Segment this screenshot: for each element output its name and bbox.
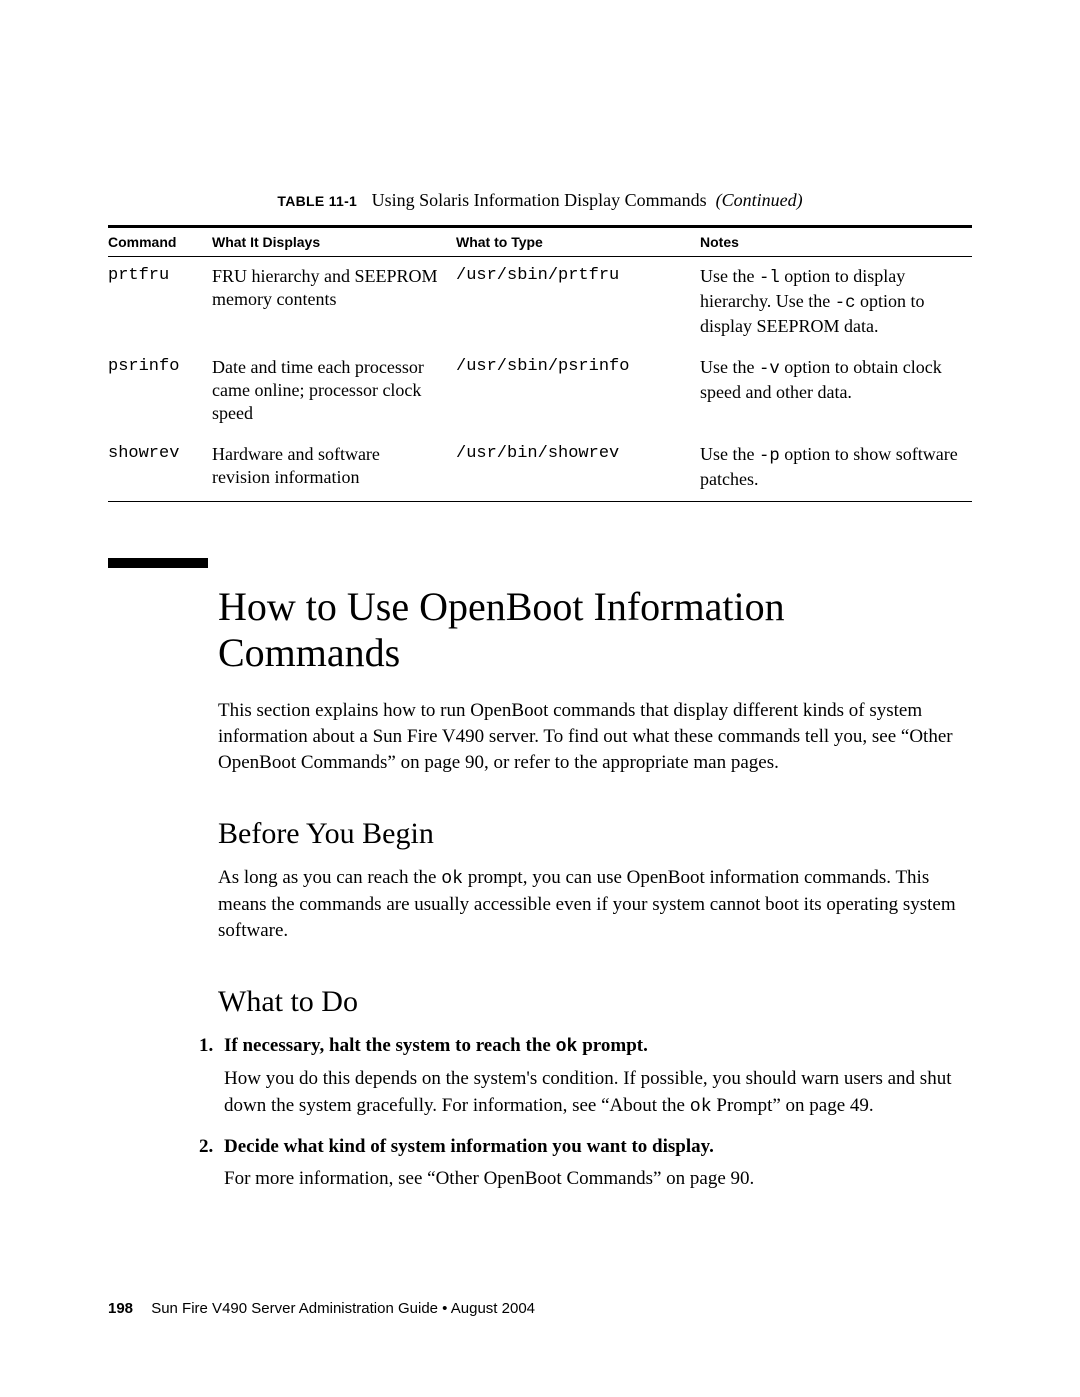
section-heading: How to Use OpenBoot Information Commands <box>108 584 972 676</box>
section-rule <box>108 558 208 568</box>
col-what-to-type: What to Type <box>456 227 700 257</box>
step: Decide what kind of system information y… <box>218 1134 972 1192</box>
cell-type: /usr/sbin/prtfru <box>456 257 700 349</box>
before-heading: Before You Begin <box>108 817 972 851</box>
table-row: prtfru FRU hierarchy and SEEPROM memory … <box>108 257 972 349</box>
cell-type: /usr/bin/showrev <box>456 435 700 502</box>
cell-notes: Use the -l option to display hierarchy. … <box>700 257 972 349</box>
todo-heading: What to Do <box>108 985 972 1019</box>
col-notes: Notes <box>700 227 972 257</box>
cell-notes: Use the -v option to obtain clock speed … <box>700 348 972 435</box>
step-title: If necessary, halt the system to reach t… <box>224 1033 972 1060</box>
before-text: As long as you can reach the ok prompt, … <box>108 865 972 943</box>
col-displays: What It Displays <box>212 227 456 257</box>
cell-displays: FRU hierarchy and SEEPROM memory content… <box>212 257 456 349</box>
table-row: showrev Hardware and software revision i… <box>108 435 972 502</box>
table-suffix: (Continued) <box>716 190 803 210</box>
table-caption: TABLE 11-1 Using Solaris Information Dis… <box>108 190 972 211</box>
step-body: How you do this depends on the system's … <box>224 1068 951 1115</box>
cell-type: /usr/sbin/psrinfo <box>456 348 700 435</box>
step-title: Decide what kind of system information y… <box>224 1134 972 1160</box>
cell-displays: Date and time each processor came online… <box>212 348 456 435</box>
step-body: For more information, see “Other OpenBoo… <box>224 1168 754 1189</box>
page: TABLE 11-1 Using Solaris Information Dis… <box>0 0 1080 1397</box>
commands-table: Command What It Displays What to Type No… <box>108 225 972 502</box>
col-command: Command <box>108 227 212 257</box>
page-footer: 198 Sun Fire V490 Server Administration … <box>108 1300 535 1317</box>
cell-command: showrev <box>108 435 212 502</box>
cell-command: prtfru <box>108 257 212 349</box>
step: If necessary, halt the system to reach t… <box>218 1033 972 1120</box>
footer-text: Sun Fire V490 Server Administration Guid… <box>151 1300 535 1317</box>
table-row: psrinfo Date and time each processor cam… <box>108 348 972 435</box>
section-intro: This section explains how to run OpenBoo… <box>108 698 972 775</box>
page-number: 198 <box>108 1300 133 1317</box>
cell-displays: Hardware and software revision informati… <box>212 435 456 502</box>
todo-steps: If necessary, halt the system to reach t… <box>108 1033 972 1192</box>
cell-command: psrinfo <box>108 348 212 435</box>
table-label: TABLE 11-1 <box>277 193 357 209</box>
cell-notes: Use the -p option to show software patch… <box>700 435 972 502</box>
table-title: Using Solaris Information Display Comman… <box>372 190 707 210</box>
